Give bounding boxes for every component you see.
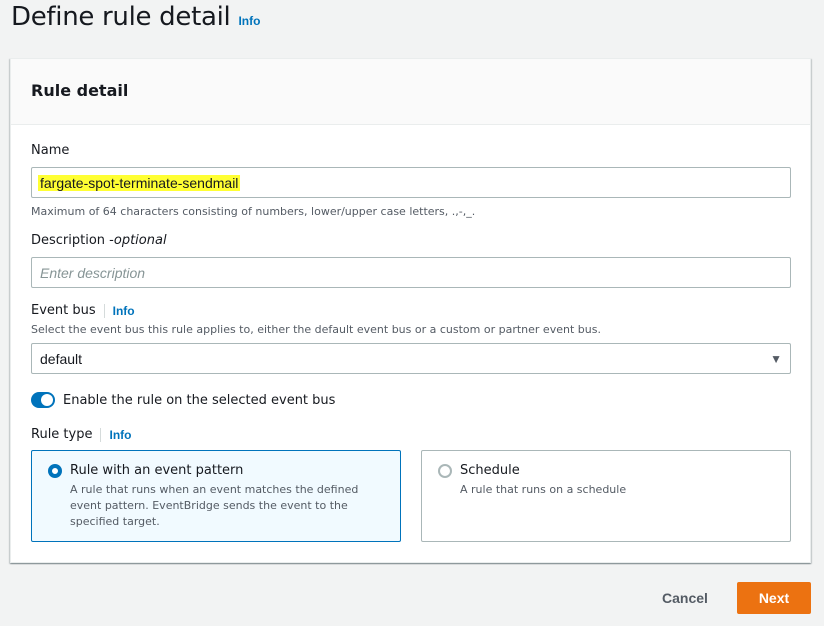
name-help-text: Maximum of 64 characters consisting of n…: [31, 205, 476, 218]
rule-type-option-description: A rule that runs when an event matches t…: [70, 483, 359, 528]
rule-type-option-description: A rule that runs on a schedule: [460, 483, 627, 496]
name-label: Name: [31, 143, 70, 158]
label-divider: [103, 303, 105, 318]
radio-unselected-icon[interactable]: [438, 464, 452, 478]
radio-selected-icon[interactable]: [48, 464, 62, 478]
description-placeholder: Enter description: [40, 264, 146, 281]
rule-type-option-title: Schedule: [460, 463, 520, 478]
page-title: Define rule detail: [11, 2, 231, 32]
label-divider: [100, 427, 102, 442]
rule-type-label: Rule type: [31, 427, 93, 442]
caret-down-icon: ▼: [770, 351, 782, 366]
event-bus-select[interactable]: default ▼: [31, 343, 791, 374]
description-optional-text: optional: [113, 233, 167, 248]
name-input[interactable]: fargate-spot-terminate-sendmail: [31, 167, 791, 198]
container-title: Rule detail: [31, 81, 129, 100]
enable-rule-toggle-label: Enable the rule on the selected event bu…: [63, 392, 336, 408]
container-header: Rule detail: [11, 59, 810, 125]
enable-rule-toggle-row: Enable the rule on the selected event bu…: [31, 392, 335, 408]
rule-type-option-schedule[interactable]: Schedule A rule that runs on a schedule: [421, 450, 791, 542]
page-header: Define rule detail Info: [11, 2, 260, 42]
rule-detail-container: Rule detail Name fargate-spot-terminate-…: [10, 58, 811, 563]
next-button[interactable]: Next: [737, 582, 811, 614]
event-bus-info-link[interactable]: Info: [113, 304, 135, 318]
event-bus-help-text: Select the event bus this rule applies t…: [31, 323, 601, 336]
event-bus-selected-value: default: [40, 350, 83, 367]
toggle-knob: [41, 394, 53, 406]
description-input[interactable]: Enter description: [31, 257, 791, 288]
event-bus-label: Event bus: [31, 303, 96, 318]
cancel-button[interactable]: Cancel: [645, 582, 725, 614]
rule-type-option-title: Rule with an event pattern: [70, 463, 244, 478]
name-input-value: fargate-spot-terminate-sendmail: [38, 174, 241, 191]
enable-rule-toggle[interactable]: [31, 392, 55, 408]
description-label: Description - optional: [31, 233, 167, 248]
rule-type-label-row: Rule type Info: [31, 427, 131, 442]
rule-type-info-link[interactable]: Info: [109, 428, 131, 442]
event-bus-label-row: Event bus Info: [31, 303, 135, 318]
description-label-text: Description -: [31, 233, 114, 248]
page-info-link[interactable]: Info: [238, 14, 260, 28]
rule-type-option-event-pattern[interactable]: Rule with an event pattern A rule that r…: [31, 450, 401, 542]
